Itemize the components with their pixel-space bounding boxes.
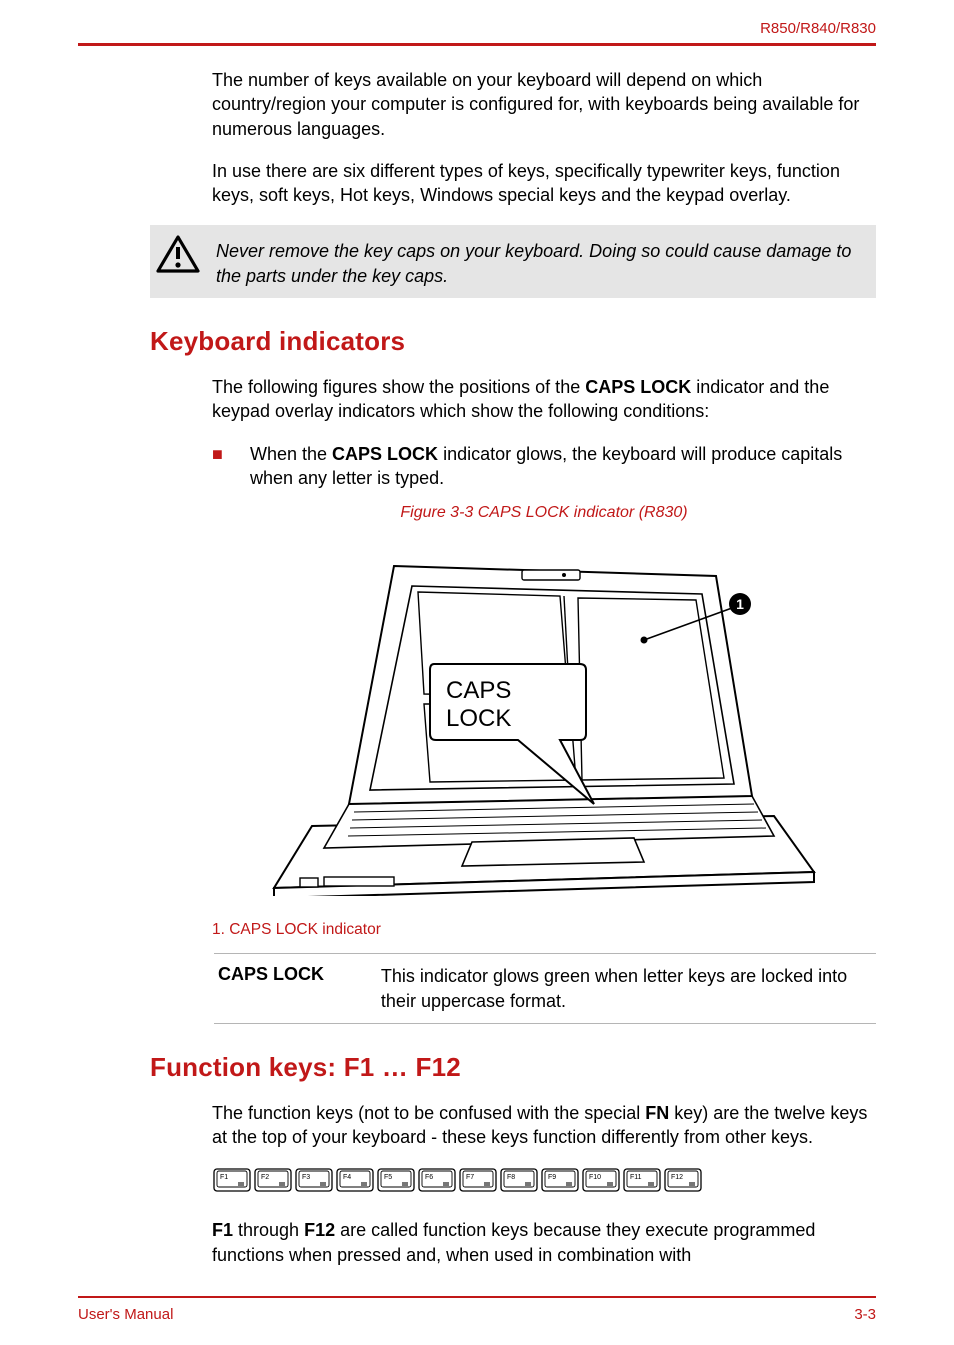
text: When the [250,444,332,464]
figure-caption: Figure 3-3 CAPS LOCK indicator (R830) [212,504,876,522]
text: through [233,1220,304,1240]
figure-caps-label-1: CAPS [446,677,511,704]
heading-function-keys: Function keys: F1 … F12 [150,1052,876,1083]
text-bold: F1 [212,1220,233,1240]
paragraph-fn-intro: The function keys (not to be confused wi… [212,1101,876,1150]
text-bold: F12 [304,1220,335,1240]
text-bold: CAPS LOCK [332,444,438,464]
paragraph-kb-indicators-intro: The following figures show the positions… [212,375,876,424]
paragraph-key-types: In use there are six different types of … [212,159,876,208]
def-desc-capslock: This indicator glows green when letter k… [381,964,876,1013]
table-row: CAPS LOCK This indicator glows green whe… [214,954,876,1023]
warning-icon [156,235,200,280]
footer-page-number: 3-3 [854,1306,876,1323]
bullet-text: When the CAPS LOCK indicator glows, the … [250,442,876,491]
figure-laptop: 1 CAPS LOCK [212,536,876,901]
svg-text:F10: F10 [589,1174,601,1181]
header-divider [78,43,876,46]
warning-text: Never remove the key caps on your keyboa… [200,235,864,288]
svg-text:F5: F5 [384,1174,392,1181]
paragraph-fn-outro: F1 through F12 are called function keys … [212,1218,876,1267]
bullet-marker-icon: ■ [212,442,250,466]
warning-box: Never remove the key caps on your keyboa… [150,225,876,298]
paragraph-keyboard-count: The number of keys available on your key… [212,68,876,141]
svg-text:F4: F4 [343,1174,351,1181]
svg-text:F1: F1 [220,1174,228,1181]
header-product-line: R850/R840/R830 [78,20,876,37]
footer-manual-label: User's Manual [78,1306,173,1323]
heading-keyboard-indicators: Keyboard indicators [150,326,876,357]
svg-text:F2: F2 [261,1174,269,1181]
svg-text:F6: F6 [425,1174,433,1181]
svg-text:1: 1 [736,596,744,612]
svg-text:F9: F9 [548,1174,556,1181]
text-bold: CAPS LOCK [585,377,691,397]
figure-function-keys: F1 F2 F3 F4 F5 F6 F7 F8 F9 F10 F11 F12 [212,1167,876,1200]
svg-text:F12: F12 [671,1174,683,1181]
def-term-capslock: CAPS LOCK [214,964,381,1013]
svg-text:F3: F3 [302,1174,310,1181]
svg-text:F8: F8 [507,1174,515,1181]
svg-text:F11: F11 [630,1174,642,1181]
text-bold: FN [645,1103,669,1123]
svg-text:F7: F7 [466,1174,474,1181]
text: The function keys (not to be confused wi… [212,1103,645,1123]
bullet-item: ■ When the CAPS LOCK indicator glows, th… [212,442,876,491]
figure-caps-label-2: LOCK [446,705,511,732]
figure-legend: 1. CAPS LOCK indicator [212,921,876,939]
footer: User's Manual 3-3 [78,1296,876,1323]
definition-table: CAPS LOCK This indicator glows green whe… [214,953,876,1024]
text: The following figures show the positions… [212,377,585,397]
footer-divider [78,1296,876,1298]
